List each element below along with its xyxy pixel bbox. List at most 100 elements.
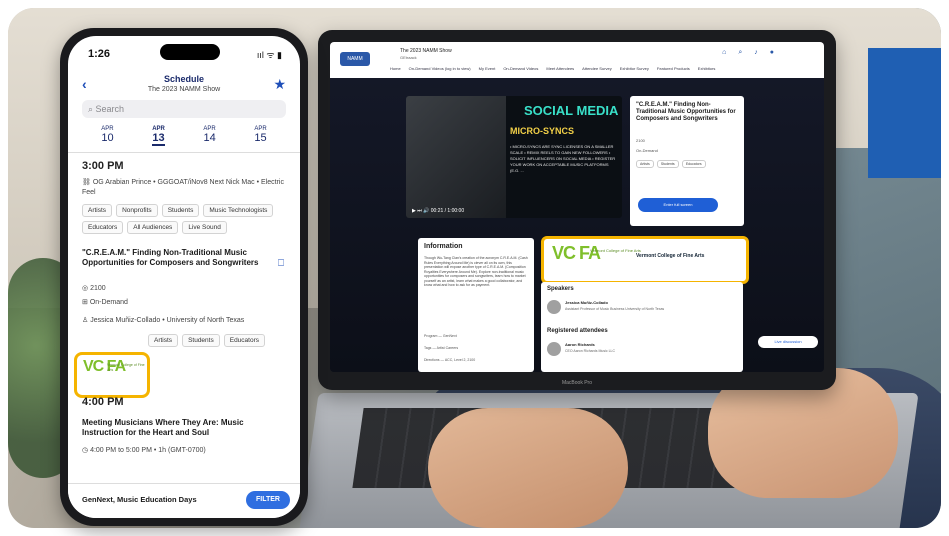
attendee-avatar xyxy=(547,342,561,356)
phone-screen: 1:26 ııl ᯤ ▮ ‹ Schedule The 2023 NAMM Sh… xyxy=(68,36,300,518)
information-heading: Information xyxy=(424,243,463,250)
registered-heading: Registered attendees xyxy=(547,328,608,334)
search-input[interactable]: ⌕ Search xyxy=(82,100,286,118)
session-speaker[interactable]: ♙ Jessica Muñiz-Collado • University of … xyxy=(82,316,286,326)
home-icon[interactable]: ⌂ xyxy=(722,49,726,57)
avatar-icon[interactable]: ● xyxy=(770,49,774,57)
speaker-avatar xyxy=(547,300,561,314)
attendee-name[interactable]: Aaron Richards xyxy=(565,342,595,347)
enter-full-screen-button[interactable]: Enter full screen xyxy=(638,198,718,212)
day-tab[interactable]: APR 10 xyxy=(101,126,113,146)
video-subheading: MICRO-SYNCS xyxy=(510,126,575,136)
filter-button[interactable]: FILTER xyxy=(246,491,290,509)
time-slot: 4:00 PM xyxy=(82,396,124,408)
day-tabs: APR 10 APR 13 APR 14 APR 15 xyxy=(82,126,286,146)
location-icon: ◎ xyxy=(82,285,91,292)
speaker-name[interactable]: Jessica Muñiz-Collado xyxy=(565,300,608,305)
tag: Educators xyxy=(223,334,266,347)
status-icons: ııl ᯤ ▮ xyxy=(256,50,282,60)
search-icon: ⌕ xyxy=(88,104,96,114)
vcfa-logo-text: Vermont College of Fine Arts xyxy=(107,363,145,372)
speakers-card: Speakers Jessica Muñiz-Collado Assistant… xyxy=(541,282,743,372)
session-card: "C.R.E.A.M." Finding Non-Traditional Mus… xyxy=(630,96,744,226)
info-row: Tags — Artist Careers xyxy=(424,346,459,350)
top-icons: ⌂ ⌕ ♪ ● xyxy=(722,49,774,57)
dynamic-island xyxy=(160,44,220,60)
session-card-tags: Artists Students Educators xyxy=(636,160,708,168)
star-icon[interactable]: ★ xyxy=(273,76,286,93)
phone: 1:26 ııl ᯤ ▮ ‹ Schedule The 2023 NAMM Sh… xyxy=(60,28,308,526)
session-title[interactable]: Meeting Musicians Where They Are: Music … xyxy=(82,418,272,438)
laptop-screen: NAMM The 2023 NAMM Show GEtraack ⌂ ⌕ ♪ ●… xyxy=(330,42,824,372)
session-title[interactable]: "C.R.E.A.M." Finding Non-Traditional Mus… xyxy=(82,248,272,268)
tag: Students xyxy=(161,204,200,217)
phone-footer: GenNext, Music Education Days FILTER xyxy=(68,483,300,518)
tag: Educators xyxy=(82,221,124,234)
nav-item[interactable]: My Event xyxy=(479,66,496,71)
divider xyxy=(68,152,300,153)
session-room: ◎ 2100 xyxy=(82,285,106,292)
video-controls[interactable]: ▶ ⏭ 🔊 00:21 / 1:00:00 xyxy=(412,208,464,214)
top-bar: NAMM The 2023 NAMM Show GEtraack ⌂ ⌕ ♪ ●… xyxy=(330,42,824,78)
video-player[interactable]: SOCIAL MEDIA MICRO-SYNCS • MICRO-SYNCS A… xyxy=(406,96,622,218)
vcfa-sponsor-logo-highlighted[interactable]: VC FA Vermont College of Fine Arts xyxy=(74,352,150,398)
speakers-heading: Speakers xyxy=(547,286,574,292)
event-subtitle: GEtraack xyxy=(400,55,417,60)
tag: All Audiences xyxy=(127,221,179,234)
macbook-label: MacBook Pro xyxy=(561,380,592,386)
link-icon: ⛓ xyxy=(82,179,93,186)
information-card: Information Though Wu-Tang Clan's creati… xyxy=(418,238,534,372)
left-hand xyxy=(428,408,628,528)
session-card-title: "C.R.E.A.M." Finding Non-Traditional Mus… xyxy=(636,102,736,122)
nav-item[interactable]: On-Demand Videos (log in to view) xyxy=(409,66,471,71)
info-row: Program — GenNext xyxy=(424,334,457,338)
laptop: NAMM The 2023 NAMM Show GEtraack ⌂ ⌕ ♪ ●… xyxy=(318,30,836,390)
bell-icon[interactable]: ♪ xyxy=(754,49,758,57)
sponsor-name: Vermont College of Fine Arts xyxy=(636,253,705,259)
vcfa-logo-text: Vermont College of Fine Arts xyxy=(590,248,641,253)
tag: Artists xyxy=(148,334,179,347)
nav-item[interactable]: Featured Products xyxy=(657,66,690,71)
info-row: Directions — ACC, Level 2, 2100 xyxy=(424,358,476,362)
tag: Nonprofits xyxy=(116,204,158,217)
schedule-subtitle: The 2023 NAMM Show xyxy=(147,86,221,93)
session-mode: ⊞ On-Demand xyxy=(82,299,128,306)
video-bullets: • MICRO-SYNCS ARE SYNC LICENSES ON A SMA… xyxy=(510,144,616,173)
video-phone-photo xyxy=(406,96,506,218)
session-tags: Artists Nonprofits Students Music Techno… xyxy=(82,204,292,234)
session-time: ◷ 4:00 PM to 5:00 PM • 1h (GMT-0700) xyxy=(82,447,206,454)
nav-item[interactable]: Attendee Survey xyxy=(582,66,612,71)
live-discussion-button[interactable]: Live discussion xyxy=(758,336,818,348)
search-icon[interactable]: ⌕ xyxy=(738,49,742,57)
day-tab-selected[interactable]: APR 13 xyxy=(152,126,165,146)
tag: Music Technologists xyxy=(203,204,274,217)
day-tab[interactable]: APR 15 xyxy=(254,126,266,146)
attendee-role: CEO Aaron Richards Music LLC xyxy=(565,349,615,353)
nav-row: Home On-Demand Videos (log in to view) M… xyxy=(390,66,715,71)
session-performers[interactable]: ⛓ OG Arabian Prince • GGGOAT/iNov8 Next … xyxy=(82,178,286,198)
status-time: 1:26 xyxy=(88,48,111,60)
nav-item[interactable]: Exhibitors xyxy=(698,66,716,71)
nav-item[interactable]: Home xyxy=(390,66,401,71)
sponsor-card-highlighted[interactable]: VC FA Vermont College of Fine Arts Vermo… xyxy=(541,236,749,284)
footer-label: GenNext, Music Education Days xyxy=(82,495,197,504)
clock-icon: ◷ xyxy=(82,447,91,454)
nav-item[interactable]: Exhibitor Survey xyxy=(620,66,649,71)
stage: SOCIAL MEDIA MICRO-SYNCS • MICRO-SYNCS A… xyxy=(330,78,824,372)
tag: Live Sound xyxy=(182,221,227,234)
tag: Students xyxy=(182,334,220,347)
speaker-role: Assistant Professor of Music Business Un… xyxy=(565,307,665,311)
nav-item[interactable]: On-Demand Videos xyxy=(503,66,538,71)
bookmark-icon[interactable]: ⎕ xyxy=(278,258,284,269)
session-card-room: 2100 xyxy=(636,138,645,143)
tag: Artists xyxy=(82,204,113,217)
nav-item[interactable]: Meet Attendees xyxy=(546,66,574,71)
information-body: Though Wu-Tang Clan's creation of the ac… xyxy=(424,256,528,287)
tag: Educators xyxy=(681,160,706,168)
tag: Artists xyxy=(636,160,654,168)
blue-panel xyxy=(868,48,941,178)
video-heading: SOCIAL MEDIA xyxy=(524,103,619,118)
day-tab[interactable]: APR 14 xyxy=(203,126,215,146)
namm-logo[interactable]: NAMM xyxy=(340,52,370,66)
session-card-mode: On-Demand xyxy=(636,148,658,153)
